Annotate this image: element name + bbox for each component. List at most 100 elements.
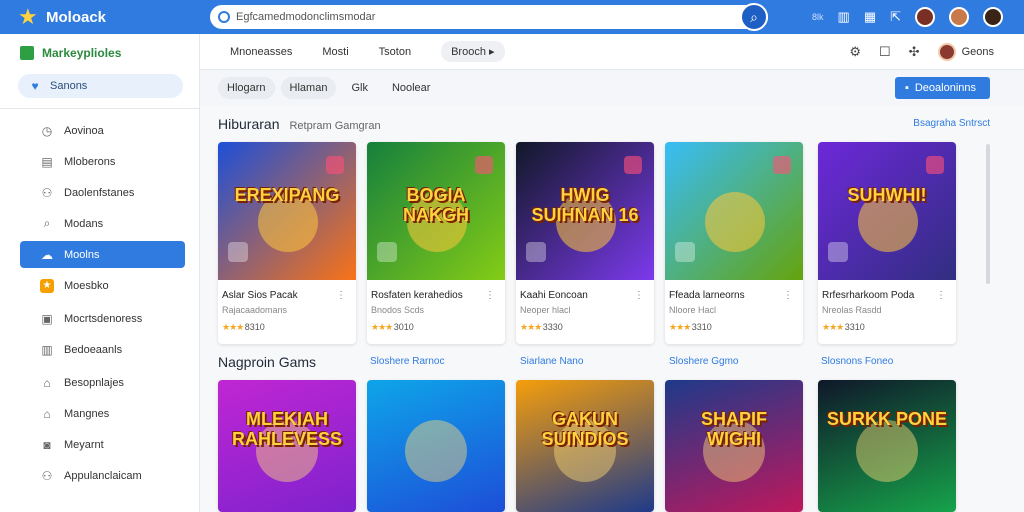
tab-4-selected[interactable]: Brooch ▸ (441, 41, 505, 62)
section-link[interactable]: Sloshere Ggmo (669, 356, 738, 367)
section-link[interactable]: Siarlane Nano (520, 356, 583, 367)
avatar[interactable] (983, 7, 1004, 27)
sidebar-item-label: Mloberons (64, 155, 116, 168)
rating-value: 3310 (691, 322, 712, 332)
art-decoration (526, 242, 546, 262)
puzzle-icon[interactable]: ✣ (909, 44, 920, 60)
building-icon: ⌂ (43, 406, 51, 421)
art-decoration (828, 242, 848, 262)
art-decoration (475, 156, 493, 174)
more-options-icon[interactable]: ⋮ (936, 290, 946, 301)
filter-chip[interactable]: Hlogarn (218, 77, 275, 99)
sidebar-item[interactable]: ◷ Aovinoa (20, 117, 185, 144)
game-rating: ★★★ 3330 (520, 322, 563, 333)
grid-icon[interactable]: ▦ (864, 9, 876, 25)
sidebar-item[interactable]: ☁ Moolns (20, 241, 185, 268)
rating-value: 8310 (244, 322, 265, 332)
subnav-actions: ⚙ ☐ ✣ Geons (849, 34, 994, 70)
game-title: Ffeada larneorns (669, 290, 745, 301)
user-label: Geons (961, 46, 994, 58)
sidebar-item[interactable]: ◙ Meyarnt (20, 431, 185, 458)
search-icon: ⌕ (43, 216, 51, 230)
game-art-title: SURKK PONE (826, 409, 947, 429)
tab-2[interactable]: Mosti (322, 46, 348, 58)
sidebar-item[interactable]: ⌕ Modans (20, 210, 185, 237)
section-subtitle: Retpram Gamgran (289, 120, 381, 132)
game-art-title: MLEKIAH RAHLEVESS (231, 409, 343, 449)
art-decoration (326, 156, 344, 174)
sidebar-item[interactable]: ▤ Mloberons (20, 148, 185, 175)
home-icon: ⌂ (43, 375, 51, 390)
top-actions: 8lk ▥ ▦ ⇱ (812, 0, 1004, 34)
more-options-icon[interactable]: ⋮ (336, 290, 346, 301)
game-card[interactable]: GAKUN SUINDIOS (516, 380, 654, 512)
section-header: Hiburaran Retpram Gamgran (218, 116, 381, 132)
search-input[interactable]: Egfcamedmodonclimsmodar ⌕ (210, 5, 768, 29)
tab-3[interactable]: Tsoton (379, 46, 411, 58)
sidebar-item[interactable]: ⌂ Mangnes (20, 400, 185, 427)
filter-chip[interactable]: Hlaman (280, 77, 337, 99)
scrollbar[interactable] (986, 144, 990, 284)
game-card[interactable] (367, 380, 505, 512)
sidebar-item[interactable]: ⚇ Daolenfstanes (20, 179, 185, 206)
art-decoration (405, 420, 467, 482)
game-subtitle: Rajacaadomans (222, 305, 288, 315)
divider (0, 108, 199, 109)
star-rating-icon: ★★★ (371, 322, 394, 332)
sidebar-item[interactable]: ▣ Mocrtsdenoress (20, 305, 185, 332)
more-options-icon[interactable]: ⋮ (783, 290, 793, 301)
game-card[interactable]: BOGIA NAKGH Rosfaten kerahedios ⋮ Bnodos Sc… (367, 142, 505, 344)
avatar (937, 43, 956, 61)
sidebar-item[interactable]: ⌂ Besopnlajes (20, 369, 185, 396)
sidebar-item-label: Aovinoa (64, 124, 104, 137)
more-options-icon[interactable]: ⋮ (634, 290, 644, 301)
app-logo[interactable]: ★ Moloack (18, 6, 208, 28)
filter-action-button[interactable]: ▪ Deoaloninns (894, 77, 990, 99)
game-subtitle: Nreolas Rasdd (822, 305, 882, 315)
sidebar-item-label: Mocrtsdenoress (64, 312, 143, 325)
rating-value: 3310 (844, 322, 865, 332)
art-decoration (624, 156, 642, 174)
tab-1[interactable]: Mnoneasses (230, 46, 292, 58)
game-rating: ★★★ 3310 (669, 322, 712, 333)
avatar[interactable] (949, 7, 970, 27)
game-card[interactable]: SUHWHI! Rrfesrharkoom Poda ⋮ Nreolas Rasdd ★… (818, 142, 956, 344)
star-logo-icon: ★ (18, 4, 38, 29)
game-card[interactable]: SURKK PONE (818, 380, 956, 512)
settings-icon[interactable]: ⚙ (849, 44, 861, 60)
game-card[interactable]: SHAPIF WIGHI (665, 380, 803, 512)
sidebar-search[interactable]: ♥ Sanons (18, 74, 183, 98)
filter-chip[interactable]: Noolear (383, 77, 440, 99)
game-title: Aslar Sios Pacak (222, 290, 298, 301)
star-rating-icon: ★★★ (222, 322, 245, 332)
search-button[interactable]: ⌕ (740, 3, 768, 31)
section-link[interactable]: Slosnons Foneo (821, 356, 893, 367)
filter-chip[interactable]: Glk (342, 77, 377, 99)
chat-icon: ◙ (43, 437, 51, 452)
game-card[interactable]: Ffeada larneorns ⋮ Nloore Hacl ★★★ 3310 (665, 142, 803, 344)
art-decoration (705, 192, 765, 252)
sidebar-item[interactable]: ★ Moesbko (20, 272, 185, 299)
sub-nav: Mnoneasses Mosti Tsoton Brooch ▸ ⚙ ☐ ✣ G… (200, 34, 1024, 70)
sidebar-brand[interactable]: Markeyplioles (0, 34, 199, 72)
sidebar-item-label: Bedoeaanls (64, 343, 123, 356)
game-card[interactable]: EREXIPANG Aslar Sios Pacak ⋮ Rajacaadomans ★… (218, 142, 356, 344)
site-icon (218, 11, 230, 23)
cloud-icon: ☁ (41, 247, 53, 262)
sidebar-item[interactable]: ▥ Bedoeaanls (20, 336, 185, 363)
user-menu[interactable]: Geons (937, 43, 994, 61)
window-icon[interactable]: ☐ (879, 44, 891, 60)
star-rating-icon: ★★★ (822, 322, 845, 332)
section-link[interactable]: Sloshere Rarnoc (370, 356, 444, 367)
dashboard-icon[interactable]: ▥ (838, 9, 850, 25)
avatar[interactable] (915, 7, 936, 27)
more-options-icon[interactable]: ⋮ (485, 290, 495, 301)
game-rating: ★★★ 8310 (222, 322, 265, 333)
game-card[interactable]: MLEKIAH RAHLEVESS (218, 380, 356, 512)
game-card[interactable]: HWIG SUIHNAN 16 Kaahi Eoncoan ⋮ Neoper hlac… (516, 142, 654, 344)
share-icon[interactable]: ⇱ (890, 9, 901, 25)
sidebar-item-label: Moesbko (64, 279, 109, 292)
game-rating: ★★★ 3310 (822, 322, 865, 333)
section-see-all-link[interactable]: Bsagraha Sntrsct (913, 118, 990, 129)
sidebar-item[interactable]: ⚇ Appulanclaicam (20, 462, 185, 489)
